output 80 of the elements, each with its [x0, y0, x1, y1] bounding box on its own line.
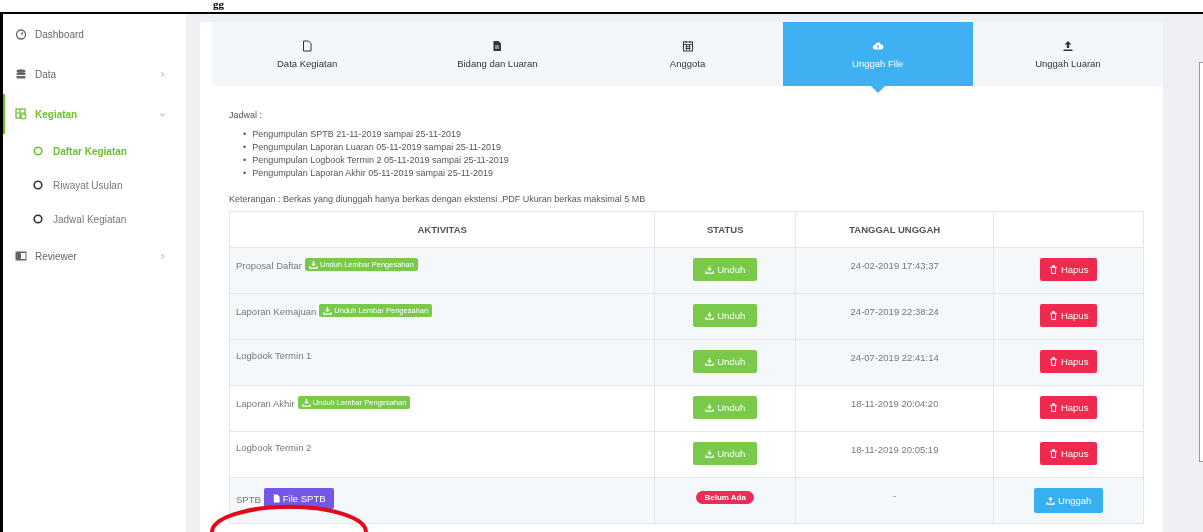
activity-name: SPTB — [236, 494, 261, 505]
bullet: • — [243, 128, 247, 141]
delete-button[interactable]: Hapus — [1039, 396, 1098, 419]
sidebar-item[interactable]: Data — [3, 54, 186, 94]
trash-icon — [1048, 403, 1058, 412]
download-icon — [705, 311, 715, 320]
submenu-item[interactable]: Riwayat Usulan — [3, 168, 186, 202]
download-button[interactable]: Unduh — [693, 304, 758, 327]
tab-pointer-icon — [870, 86, 885, 93]
activity-name: Logbook Termin 1 — [236, 350, 312, 361]
upload-date: - — [893, 490, 897, 501]
scrollbar[interactable] — [1199, 62, 1203, 462]
activity-name: Proposal Daftar — [236, 260, 302, 271]
schedule-item: Pengumpulan Laporan Akhir 05-11-2019 sampai 25-11-2019 — [252, 167, 493, 180]
chevron-icon — [159, 252, 166, 260]
chevron-icon — [159, 70, 166, 78]
tab[interactable]: Unggah Luaran — [972, 22, 1163, 86]
upload-date: 18-11-2019 20:04:20 — [850, 398, 939, 409]
download-icon — [705, 403, 715, 412]
download-icon — [705, 357, 715, 366]
circle-icon — [33, 146, 43, 156]
table-clock-icon — [15, 108, 27, 120]
download-button[interactable]: Unduh — [693, 396, 758, 419]
activity-name: Logbook Termin 2 — [236, 442, 312, 453]
circle-icon — [33, 180, 43, 190]
tab[interactable]: Bidang dan Luaran — [402, 22, 593, 86]
download-button[interactable]: Unduh — [693, 442, 758, 465]
download-icon — [301, 398, 311, 407]
delete-button[interactable]: Hapus — [1039, 350, 1098, 373]
schedule-title: Jadwal : — [229, 109, 264, 121]
sidebar-item[interactable]: Reviewer — [3, 236, 186, 276]
gauge-icon — [15, 28, 27, 40]
download-button[interactable]: Unduh — [693, 258, 758, 281]
schedule-item: Pengumpulan SPTB 21-11-2019 sampai 25-11-2019 — [252, 128, 461, 141]
trash-icon — [1048, 357, 1058, 366]
upload-date: 24-07-2019 22:38:24 — [850, 306, 939, 317]
upload-icon — [1061, 39, 1074, 52]
upload-date: 18-11-2019 20:05:19 — [850, 444, 939, 455]
panel-icon — [15, 250, 27, 262]
activity-name: Laporan Kemajuan — [236, 306, 317, 317]
schedule-item: Pengumpulan Logbook Termin 2 05-11-2019 sampai 25-11-2019 — [252, 154, 509, 167]
chevron-icon — [159, 110, 166, 118]
download-icon — [705, 449, 715, 458]
upload-date: 24-02-2019 17:43:37 — [850, 260, 939, 271]
schedule-item: Pengumpulan Laporan Luaran 05-11-2019 sampai 25-11-2019 — [252, 141, 501, 154]
database-icon — [15, 68, 27, 80]
trash-icon — [1048, 449, 1058, 458]
file-icon — [271, 494, 281, 503]
delete-button[interactable]: Hapus — [1039, 304, 1098, 327]
download-icon — [309, 260, 318, 269]
bullet: • — [243, 141, 247, 154]
delete-button[interactable]: Hapus — [1039, 442, 1098, 465]
upload-button[interactable]: Unggah — [1034, 488, 1104, 513]
download-button[interactable]: Unduh — [693, 350, 758, 373]
calendar-icon — [681, 39, 694, 52]
column-header: STATUS — [654, 211, 796, 248]
status-badge: Belum Ada — [696, 491, 754, 504]
circle-icon — [33, 214, 43, 224]
upload-icon — [1046, 496, 1056, 505]
column-header: TANGGAL UNGGAH — [795, 211, 994, 248]
sidebar-item[interactable]: Dashboard — [3, 14, 186, 54]
delete-button[interactable]: Hapus — [1039, 258, 1098, 281]
heading-fragment: gg — [213, 0, 224, 11]
tab[interactable]: Data Kegiatan — [212, 22, 403, 86]
column-header: AKTIVITAS — [229, 211, 655, 248]
activity-name: Laporan Akhir — [236, 398, 295, 409]
file-icon — [301, 39, 314, 52]
submenu-item[interactable]: Daftar Kegiatan — [3, 134, 186, 168]
download-icon — [323, 306, 333, 315]
document-icon — [491, 39, 504, 52]
upload-date: 24-07-2019 22:41:14 — [850, 352, 939, 363]
note-text: Keterangan : Berkas yang diunggah hanya berkas dengan ekstensi .PDF Ukuran berkas maksimal 5 MB — [229, 193, 647, 205]
bullet: • — [243, 154, 247, 167]
cloud-upload-icon — [871, 39, 884, 52]
submenu-item[interactable]: Jadwal Kegiatan — [3, 202, 186, 236]
trash-icon — [1048, 311, 1058, 320]
tab[interactable]: Anggota — [592, 22, 783, 86]
trash-icon — [1048, 265, 1058, 274]
bullet: • — [243, 167, 247, 180]
download-icon — [705, 265, 715, 274]
